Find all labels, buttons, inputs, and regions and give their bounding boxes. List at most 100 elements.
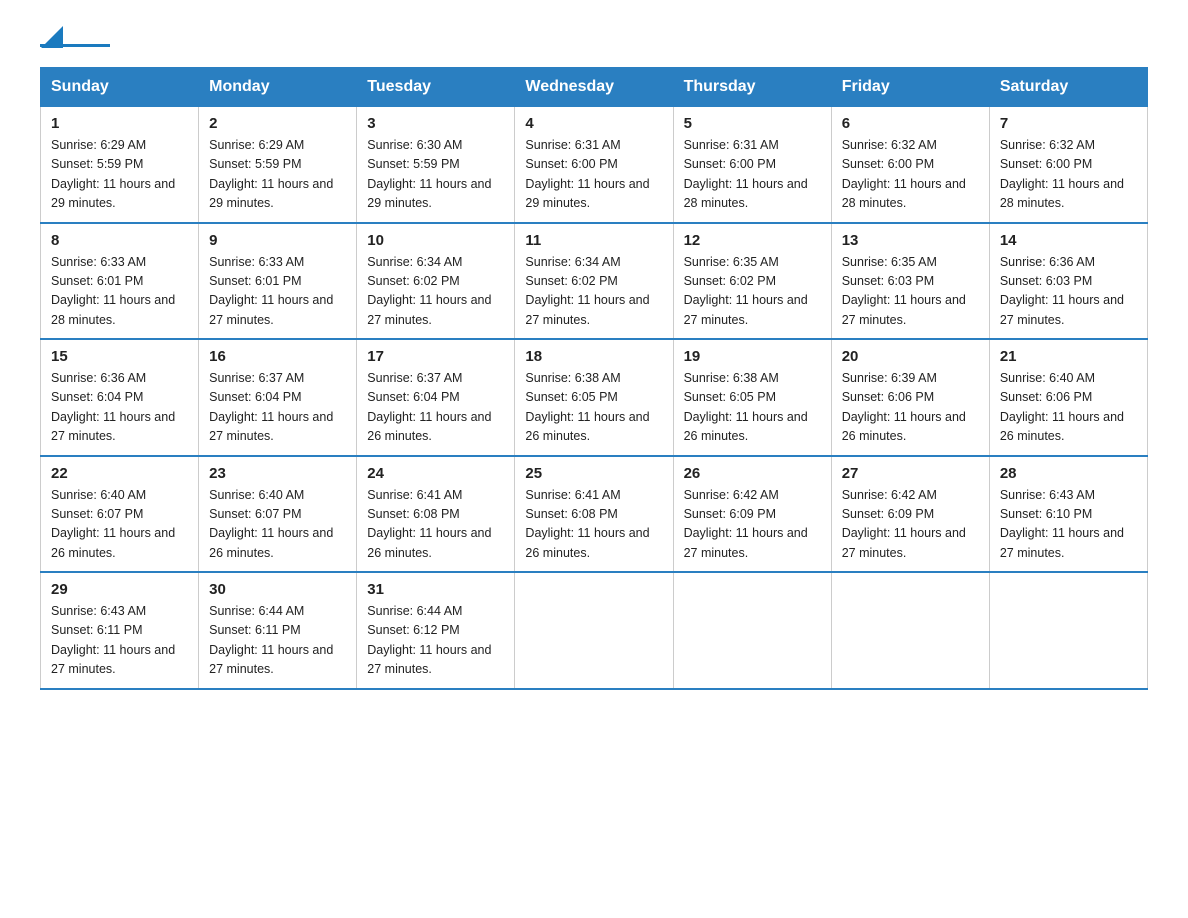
calendar-week-row: 8 Sunrise: 6:33 AMSunset: 6:01 PMDayligh… <box>41 223 1148 340</box>
col-header-sunday: Sunday <box>41 68 199 107</box>
day-info: Sunrise: 6:40 AMSunset: 6:06 PMDaylight:… <box>1000 369 1137 447</box>
day-info: Sunrise: 6:42 AMSunset: 6:09 PMDaylight:… <box>842 486 979 564</box>
day-number: 9 <box>209 232 346 249</box>
day-info: Sunrise: 6:31 AMSunset: 6:00 PMDaylight:… <box>684 136 821 214</box>
day-info: Sunrise: 6:33 AMSunset: 6:01 PMDaylight:… <box>51 253 188 331</box>
day-number: 3 <box>367 115 504 132</box>
calendar-cell: 27 Sunrise: 6:42 AMSunset: 6:09 PMDaylig… <box>831 456 989 573</box>
day-number: 26 <box>684 465 821 482</box>
calendar-cell: 15 Sunrise: 6:36 AMSunset: 6:04 PMDaylig… <box>41 339 199 456</box>
calendar-cell: 20 Sunrise: 6:39 AMSunset: 6:06 PMDaylig… <box>831 339 989 456</box>
calendar-cell: 14 Sunrise: 6:36 AMSunset: 6:03 PMDaylig… <box>989 223 1147 340</box>
day-number: 1 <box>51 115 188 132</box>
logo <box>40 30 112 47</box>
calendar-cell: 5 Sunrise: 6:31 AMSunset: 6:00 PMDayligh… <box>673 107 831 223</box>
calendar-cell: 11 Sunrise: 6:34 AMSunset: 6:02 PMDaylig… <box>515 223 673 340</box>
calendar-cell: 4 Sunrise: 6:31 AMSunset: 6:00 PMDayligh… <box>515 107 673 223</box>
day-number: 15 <box>51 348 188 365</box>
day-info: Sunrise: 6:29 AMSunset: 5:59 PMDaylight:… <box>51 136 188 214</box>
day-number: 30 <box>209 581 346 598</box>
calendar-cell: 29 Sunrise: 6:43 AMSunset: 6:11 PMDaylig… <box>41 572 199 689</box>
calendar-cell: 24 Sunrise: 6:41 AMSunset: 6:08 PMDaylig… <box>357 456 515 573</box>
calendar-week-row: 1 Sunrise: 6:29 AMSunset: 5:59 PMDayligh… <box>41 107 1148 223</box>
calendar-cell: 8 Sunrise: 6:33 AMSunset: 6:01 PMDayligh… <box>41 223 199 340</box>
day-info: Sunrise: 6:41 AMSunset: 6:08 PMDaylight:… <box>525 486 662 564</box>
day-number: 13 <box>842 232 979 249</box>
day-number: 29 <box>51 581 188 598</box>
day-info: Sunrise: 6:35 AMSunset: 6:02 PMDaylight:… <box>684 253 821 331</box>
day-info: Sunrise: 6:31 AMSunset: 6:00 PMDaylight:… <box>525 136 662 214</box>
day-info: Sunrise: 6:34 AMSunset: 6:02 PMDaylight:… <box>367 253 504 331</box>
day-number: 18 <box>525 348 662 365</box>
day-number: 10 <box>367 232 504 249</box>
day-info: Sunrise: 6:33 AMSunset: 6:01 PMDaylight:… <box>209 253 346 331</box>
day-info: Sunrise: 6:37 AMSunset: 6:04 PMDaylight:… <box>209 369 346 447</box>
day-number: 14 <box>1000 232 1137 249</box>
day-number: 11 <box>525 232 662 249</box>
calendar-cell <box>673 572 831 689</box>
day-number: 19 <box>684 348 821 365</box>
day-info: Sunrise: 6:32 AMSunset: 6:00 PMDaylight:… <box>1000 136 1137 214</box>
calendar-cell: 12 Sunrise: 6:35 AMSunset: 6:02 PMDaylig… <box>673 223 831 340</box>
day-info: Sunrise: 6:42 AMSunset: 6:09 PMDaylight:… <box>684 486 821 564</box>
calendar-cell: 3 Sunrise: 6:30 AMSunset: 5:59 PMDayligh… <box>357 107 515 223</box>
day-info: Sunrise: 6:44 AMSunset: 6:12 PMDaylight:… <box>367 602 504 680</box>
calendar-week-row: 29 Sunrise: 6:43 AMSunset: 6:11 PMDaylig… <box>41 572 1148 689</box>
day-info: Sunrise: 6:38 AMSunset: 6:05 PMDaylight:… <box>525 369 662 447</box>
day-info: Sunrise: 6:30 AMSunset: 5:59 PMDaylight:… <box>367 136 504 214</box>
day-number: 24 <box>367 465 504 482</box>
day-number: 8 <box>51 232 188 249</box>
col-header-monday: Monday <box>199 68 357 107</box>
day-info: Sunrise: 6:40 AMSunset: 6:07 PMDaylight:… <box>51 486 188 564</box>
day-info: Sunrise: 6:40 AMSunset: 6:07 PMDaylight:… <box>209 486 346 564</box>
calendar-cell: 31 Sunrise: 6:44 AMSunset: 6:12 PMDaylig… <box>357 572 515 689</box>
calendar-cell: 22 Sunrise: 6:40 AMSunset: 6:07 PMDaylig… <box>41 456 199 573</box>
calendar-cell: 17 Sunrise: 6:37 AMSunset: 6:04 PMDaylig… <box>357 339 515 456</box>
day-number: 22 <box>51 465 188 482</box>
day-number: 7 <box>1000 115 1137 132</box>
day-number: 23 <box>209 465 346 482</box>
calendar-cell: 13 Sunrise: 6:35 AMSunset: 6:03 PMDaylig… <box>831 223 989 340</box>
day-info: Sunrise: 6:34 AMSunset: 6:02 PMDaylight:… <box>525 253 662 331</box>
day-info: Sunrise: 6:39 AMSunset: 6:06 PMDaylight:… <box>842 369 979 447</box>
calendar-cell <box>515 572 673 689</box>
day-number: 17 <box>367 348 504 365</box>
calendar-cell: 21 Sunrise: 6:40 AMSunset: 6:06 PMDaylig… <box>989 339 1147 456</box>
day-number: 27 <box>842 465 979 482</box>
calendar-week-row: 22 Sunrise: 6:40 AMSunset: 6:07 PMDaylig… <box>41 456 1148 573</box>
day-info: Sunrise: 6:36 AMSunset: 6:03 PMDaylight:… <box>1000 253 1137 331</box>
calendar-cell: 9 Sunrise: 6:33 AMSunset: 6:01 PMDayligh… <box>199 223 357 340</box>
col-header-tuesday: Tuesday <box>357 68 515 107</box>
day-info: Sunrise: 6:36 AMSunset: 6:04 PMDaylight:… <box>51 369 188 447</box>
day-number: 21 <box>1000 348 1137 365</box>
calendar-cell: 28 Sunrise: 6:43 AMSunset: 6:10 PMDaylig… <box>989 456 1147 573</box>
calendar-cell: 25 Sunrise: 6:41 AMSunset: 6:08 PMDaylig… <box>515 456 673 573</box>
day-info: Sunrise: 6:37 AMSunset: 6:04 PMDaylight:… <box>367 369 504 447</box>
calendar-cell <box>831 572 989 689</box>
calendar-cell: 19 Sunrise: 6:38 AMSunset: 6:05 PMDaylig… <box>673 339 831 456</box>
day-number: 28 <box>1000 465 1137 482</box>
day-number: 31 <box>367 581 504 598</box>
calendar-cell: 2 Sunrise: 6:29 AMSunset: 5:59 PMDayligh… <box>199 107 357 223</box>
calendar-cell: 1 Sunrise: 6:29 AMSunset: 5:59 PMDayligh… <box>41 107 199 223</box>
day-number: 20 <box>842 348 979 365</box>
day-info: Sunrise: 6:35 AMSunset: 6:03 PMDaylight:… <box>842 253 979 331</box>
day-number: 12 <box>684 232 821 249</box>
day-number: 5 <box>684 115 821 132</box>
col-header-friday: Friday <box>831 68 989 107</box>
calendar-cell: 30 Sunrise: 6:44 AMSunset: 6:11 PMDaylig… <box>199 572 357 689</box>
calendar-cell: 23 Sunrise: 6:40 AMSunset: 6:07 PMDaylig… <box>199 456 357 573</box>
day-number: 16 <box>209 348 346 365</box>
col-header-thursday: Thursday <box>673 68 831 107</box>
day-info: Sunrise: 6:38 AMSunset: 6:05 PMDaylight:… <box>684 369 821 447</box>
calendar-cell: 6 Sunrise: 6:32 AMSunset: 6:00 PMDayligh… <box>831 107 989 223</box>
day-number: 4 <box>525 115 662 132</box>
col-header-saturday: Saturday <box>989 68 1147 107</box>
day-info: Sunrise: 6:43 AMSunset: 6:10 PMDaylight:… <box>1000 486 1137 564</box>
day-number: 2 <box>209 115 346 132</box>
calendar-cell: 7 Sunrise: 6:32 AMSunset: 6:00 PMDayligh… <box>989 107 1147 223</box>
day-number: 25 <box>525 465 662 482</box>
page-header <box>40 30 1148 47</box>
day-number: 6 <box>842 115 979 132</box>
day-info: Sunrise: 6:29 AMSunset: 5:59 PMDaylight:… <box>209 136 346 214</box>
